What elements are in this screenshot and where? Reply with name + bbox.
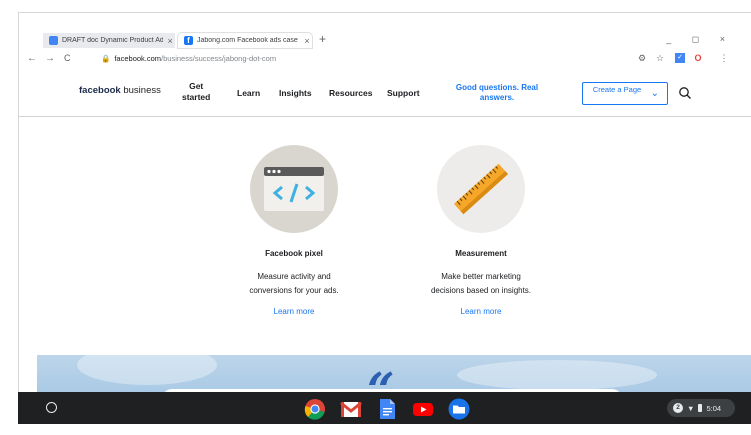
code-window-icon [264, 167, 324, 211]
battery-icon [698, 404, 703, 412]
clock: 5:04 [706, 403, 722, 413]
chrome-icon[interactable] [304, 398, 326, 420]
youtube-icon[interactable] [412, 398, 434, 420]
bookmark-star-icon[interactable]: ☆ [655, 53, 665, 63]
pixel-illustration [250, 145, 338, 233]
feature-measurement: Measurement Make better marketing decisi… [411, 145, 551, 316]
window-controls[interactable]: _ ◻ × [666, 34, 734, 45]
office-icon[interactable]: O [693, 53, 703, 63]
address-bar[interactable]: 🔒 facebook.com/business/success/jabong-do… [101, 54, 276, 63]
forward-icon[interactable]: → [45, 53, 55, 64]
feature-title: Measurement [455, 249, 507, 258]
url-path: /business/success/jabong-dot-com [161, 54, 277, 63]
feature-title: Facebook pixel [265, 249, 323, 258]
extension-icon[interactable]: ⚙ [637, 53, 647, 63]
testimonial-banner: “ [37, 355, 751, 395]
feature-facebook-pixel: Facebook pixel Measure activity and conv… [224, 145, 364, 316]
banner-texture [77, 355, 217, 385]
url-host: facebook.com [114, 54, 162, 63]
files-icon[interactable] [448, 398, 470, 420]
nav-get-started[interactable]: Get started [182, 81, 210, 103]
lock-icon: 🔒 [101, 54, 111, 63]
tab-title: Jabong.com Facebook ads case [197, 37, 298, 44]
launcher-icon[interactable] [46, 402, 57, 413]
chevron-down-icon: ⌄ [650, 88, 659, 99]
chromeos-shelf: 2 ▼ 5:04 [18, 392, 751, 424]
nav-resources[interactable]: Resources [329, 88, 372, 98]
facebook-business-logo[interactable]: facebook business [79, 85, 161, 96]
learn-more-link[interactable]: Learn more [411, 307, 551, 316]
feature-description: Measure activity and conversions for you… [249, 272, 339, 295]
good-questions-link[interactable]: Good questions. Real answers. [447, 83, 547, 103]
extension-blue-icon[interactable]: ✓ [675, 53, 685, 63]
create-page-button[interactable]: Create a Page ⌄ [582, 82, 668, 105]
browser-toolbar: ← → C 🔒 facebook.com/business/success/jab… [19, 51, 751, 68]
nav-insights[interactable]: Insights [279, 88, 312, 98]
feature-description: Make better marketing decisions based on… [430, 272, 532, 295]
measurement-illustration [437, 145, 525, 233]
tab-draft-doc[interactable]: DRAFT doc Dynamic Product Ad × [43, 33, 175, 48]
tab-jabong[interactable]: f Jabong.com Facebook ads case × [178, 33, 312, 48]
new-tab-button[interactable]: + [319, 32, 326, 46]
close-tab-icon[interactable]: × [165, 36, 175, 46]
back-icon[interactable]: ← [27, 53, 37, 64]
tab-strip: DRAFT doc Dynamic Product Ad × f Jabong.… [19, 13, 751, 51]
status-tray[interactable]: 2 ▼ 5:04 [667, 399, 735, 417]
facebook-favicon-icon: f [184, 36, 193, 45]
create-page-label: Create a Page [592, 85, 642, 94]
ruler-icon [454, 163, 508, 215]
menu-icon[interactable]: ⋮ [719, 53, 729, 63]
screen: DRAFT doc Dynamic Product Ad × f Jabong.… [18, 12, 751, 424]
learn-more-link[interactable]: Learn more [224, 307, 364, 316]
reload-icon[interactable]: C [64, 53, 71, 63]
search-icon[interactable] [678, 86, 692, 100]
banner-texture [457, 360, 657, 390]
docs-icon[interactable] [376, 398, 398, 420]
notification-badge: 2 [673, 403, 683, 413]
close-tab-icon[interactable]: × [302, 36, 312, 46]
nav-learn[interactable]: Learn [237, 88, 260, 98]
wifi-icon: ▼ [687, 403, 695, 413]
docs-favicon-icon [49, 36, 58, 45]
gmail-icon[interactable] [340, 398, 362, 420]
nav-support[interactable]: Support [387, 88, 420, 98]
facebook-business-nav: facebook business Get started Learn Insi… [19, 71, 751, 117]
tab-title: DRAFT doc Dynamic Product Ad [62, 37, 164, 44]
quote-mark-icon: “ [367, 363, 395, 395]
